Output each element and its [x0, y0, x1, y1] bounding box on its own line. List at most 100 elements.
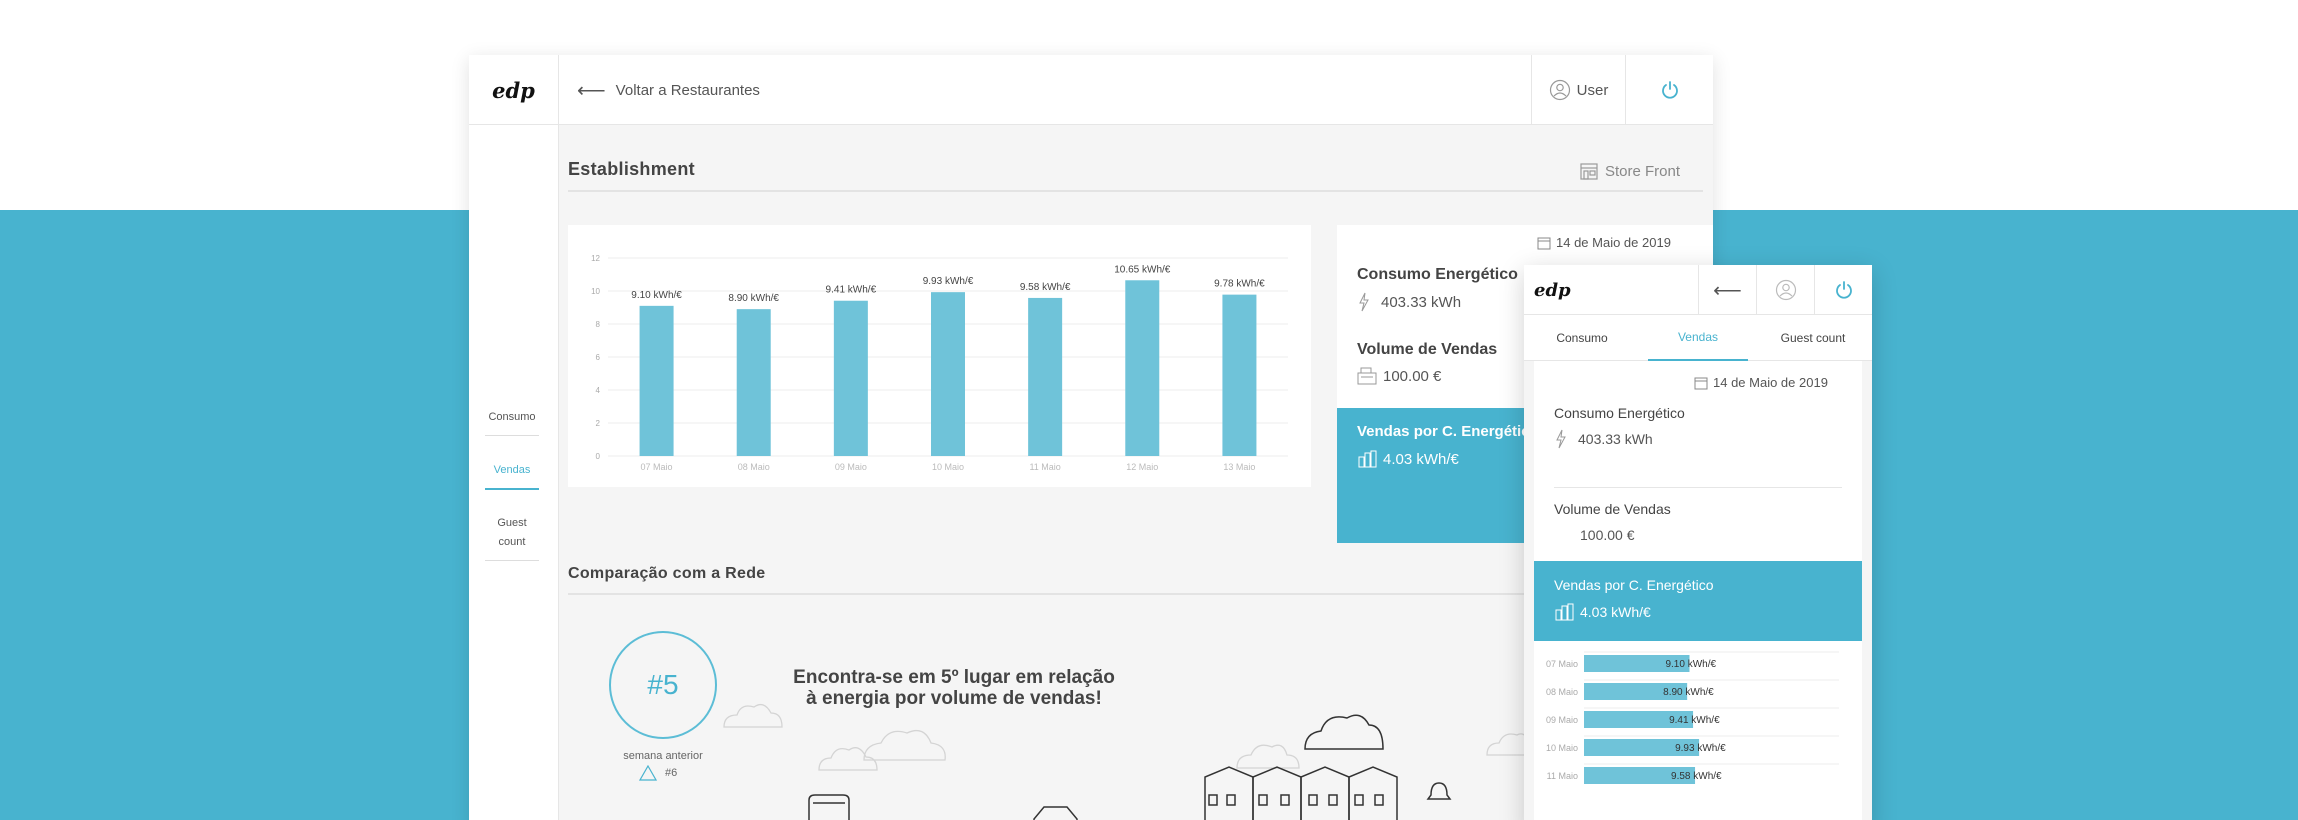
cloud-icon — [1486, 733, 1530, 756]
cash-register-icon — [1357, 367, 1377, 385]
mobile-horizontal-bar-chart: 07 Maio 9.10 kWh/€ 08 Maio 8.90 kWh/€ 09 Mai… — [1546, 651, 1839, 784]
ratio-label: Vendas por C. Energético — [1357, 423, 1539, 440]
vendas-value: 100.00 € — [1383, 367, 1442, 385]
y-tick-label: 07 Maio — [1546, 659, 1578, 669]
mobile-user-button[interactable] — [1756, 265, 1814, 315]
y-tick-label: 4 — [596, 386, 601, 395]
x-tick-label: 10 Maio — [932, 462, 964, 472]
lightning-icon — [1556, 429, 1566, 449]
x-tick-label: 11 Maio — [1029, 462, 1060, 472]
bar — [639, 305, 674, 456]
back-label: Voltar a Restaurantes — [615, 81, 760, 99]
x-tick-label: 12 Maio — [1126, 462, 1158, 472]
bar-value-label: 8.90 kWh/€ — [728, 293, 779, 304]
mobile-ratio-box: Vendas por C. Energético 4.03 kWh/€ — [1534, 561, 1862, 641]
headline-line-1: Encontra-se em 5º lugar em relação — [793, 667, 1115, 688]
mobile-top-bar: edp ⟵ — [1524, 265, 1872, 315]
cloud-icon — [863, 729, 946, 761]
comparison-title: Comparação com a Rede — [568, 565, 766, 582]
headline-line-2: à energia por volume de vendas! — [806, 688, 1102, 709]
mobile-ratio-row: 4.03 kWh/€ — [1554, 603, 1651, 621]
y-tick-label: 2 — [596, 419, 601, 428]
calendar-icon — [1537, 237, 1551, 249]
y-tick-label: 10 — [591, 287, 600, 296]
consumo-label: Consumo Energético — [1357, 266, 1518, 283]
power-icon — [1835, 281, 1852, 299]
consumo-value: 403.33 kWh — [1381, 293, 1462, 311]
mobile-consumo-value: 403.33 kWh — [1578, 431, 1653, 447]
mobile-vendas-label: Volume de Vendas — [1554, 501, 1671, 517]
bar — [1222, 294, 1257, 456]
bar-value-label: 9.93 kWh/€ — [1675, 743, 1726, 754]
bus-icon — [808, 794, 850, 820]
calendar-icon — [1694, 377, 1708, 389]
store-front-label: Store Front — [1605, 162, 1681, 180]
rank-previous: #6 — [639, 765, 677, 781]
building-icon — [1300, 766, 1350, 820]
x-tick-label: 08 Maio — [738, 462, 770, 472]
tab-vendas[interactable]: Vendas — [1648, 315, 1748, 361]
nav-guest-count[interactable]: Guest count — [485, 514, 539, 561]
ratio-value: 4.03 kWh/€ — [1383, 450, 1459, 468]
store-front-icon — [1580, 163, 1598, 180]
nav-consumo[interactable]: Consumo — [485, 408, 539, 436]
lightning-icon — [1359, 292, 1369, 312]
back-link[interactable]: ⟵ Voltar a Restaurantes — [577, 55, 760, 125]
mobile-power-button[interactable] — [1814, 265, 1872, 315]
bar-value-label: 9.58 kWh/€ — [1020, 282, 1071, 293]
tab-consumo[interactable]: Consumo — [1534, 315, 1630, 361]
y-tick-label: 0 — [596, 452, 601, 461]
bar-value-label: 9.41 kWh/€ — [1669, 715, 1720, 726]
y-tick-label: 09 Maio — [1546, 715, 1578, 725]
y-tick-label: 6 — [596, 353, 601, 362]
user-menu[interactable]: User — [1531, 55, 1625, 125]
mobile-consumo-label: Consumo Energético — [1554, 405, 1685, 421]
bar-value-label: 8.90 kWh/€ — [1663, 687, 1714, 698]
mobile-consumo-row: 403.33 kWh — [1554, 429, 1653, 449]
mobile-ratio-value: 4.03 kWh/€ — [1580, 604, 1651, 620]
consumo-value-row: 403.33 kWh — [1357, 292, 1461, 312]
side-nav: Consumo Vendas Guest count — [469, 125, 559, 820]
y-tick-label: 12 — [591, 254, 600, 263]
top-bar: edp ⟵ Voltar a Restaurantes User — [469, 55, 1713, 125]
nav-vendas[interactable]: Vendas — [485, 461, 539, 490]
bar — [833, 300, 868, 456]
vendas-value-row: 100.00 € — [1357, 367, 1441, 385]
building-icon — [1252, 766, 1302, 820]
divider — [1554, 487, 1842, 488]
bar-value-label: 9.93 kWh/€ — [923, 276, 974, 287]
bar — [931, 292, 965, 456]
store-front-link[interactable]: Store Front — [1579, 161, 1680, 181]
building-icon — [1348, 766, 1398, 820]
rank-sub-label: semana anterior — [623, 750, 703, 762]
bar-value-label: 9.58 kWh/€ — [1671, 771, 1722, 782]
mobile-back-button[interactable]: ⟵ — [1698, 265, 1756, 315]
user-label: User — [1576, 81, 1609, 99]
bar-value-label: 9.78 kWh/€ — [1214, 279, 1265, 290]
mobile-edp-logo[interactable]: edp — [1534, 265, 1571, 315]
edp-logo[interactable]: edp — [469, 55, 559, 125]
mobile-vendas-value: 100.00 € — [1580, 527, 1635, 543]
mobile-info-card: 14 de Maio de 2019 Consumo Energético 40… — [1534, 361, 1862, 641]
mobile-window: edp ⟵ Consumo Vendas Guest count 14 de M… — [1524, 265, 1872, 820]
mobile-chart-card: 07 Maio 9.10 kWh/€ 08 Maio 8.90 kWh/€ 09 Mai… — [1534, 641, 1862, 820]
user-icon — [1549, 79, 1570, 101]
car-icon — [1033, 806, 1078, 820]
ratio-value-row: 4.03 kWh/€ — [1357, 450, 1459, 468]
y-tick-label: 11 Maio — [1547, 771, 1578, 781]
bar-value-label: 9.10 kWh/€ — [1665, 659, 1716, 670]
sales-chart-card: 0 2 4 6 8 10 12 9.10 kWh/€ 07 Maio 8.90 kWh/€ 08 M… — [568, 225, 1311, 487]
tab-guest-count[interactable]: Guest count — [1760, 315, 1866, 361]
x-tick-label: 09 Maio — [835, 462, 867, 472]
coins-icon — [1555, 603, 1574, 621]
mobile-date-display: 14 de Maio de 2019 — [1694, 375, 1828, 390]
bar — [736, 309, 771, 456]
ranking-headline: Encontra-se em 5º lugar em relação à ene… — [739, 667, 1169, 709]
bar-value-label: 9.10 kWh/€ — [631, 290, 682, 301]
user-icon — [1775, 279, 1796, 301]
date-label: 14 de Maio de 2019 — [1556, 235, 1671, 250]
vendas-label: Volume de Vendas — [1357, 341, 1498, 358]
cloud-icon — [1236, 744, 1300, 769]
bar — [1028, 297, 1063, 456]
power-button[interactable] — [1625, 55, 1713, 125]
